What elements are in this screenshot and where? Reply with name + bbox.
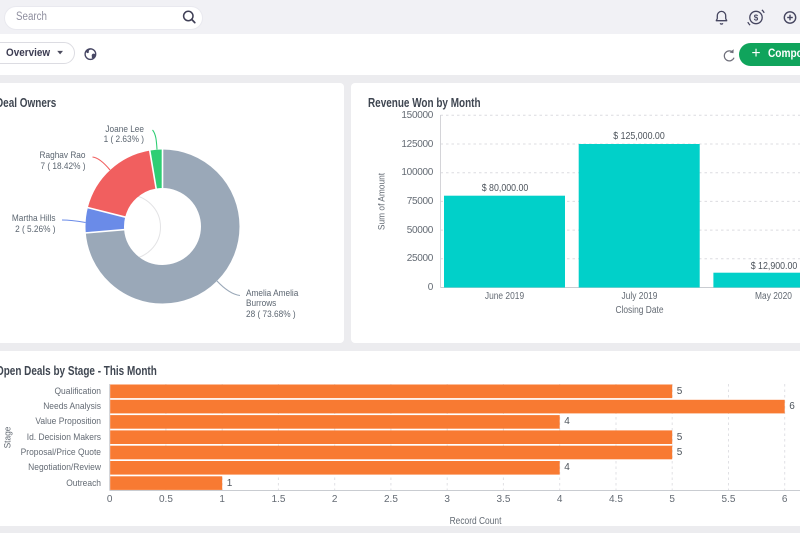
svg-text:$: $ — [754, 13, 759, 22]
